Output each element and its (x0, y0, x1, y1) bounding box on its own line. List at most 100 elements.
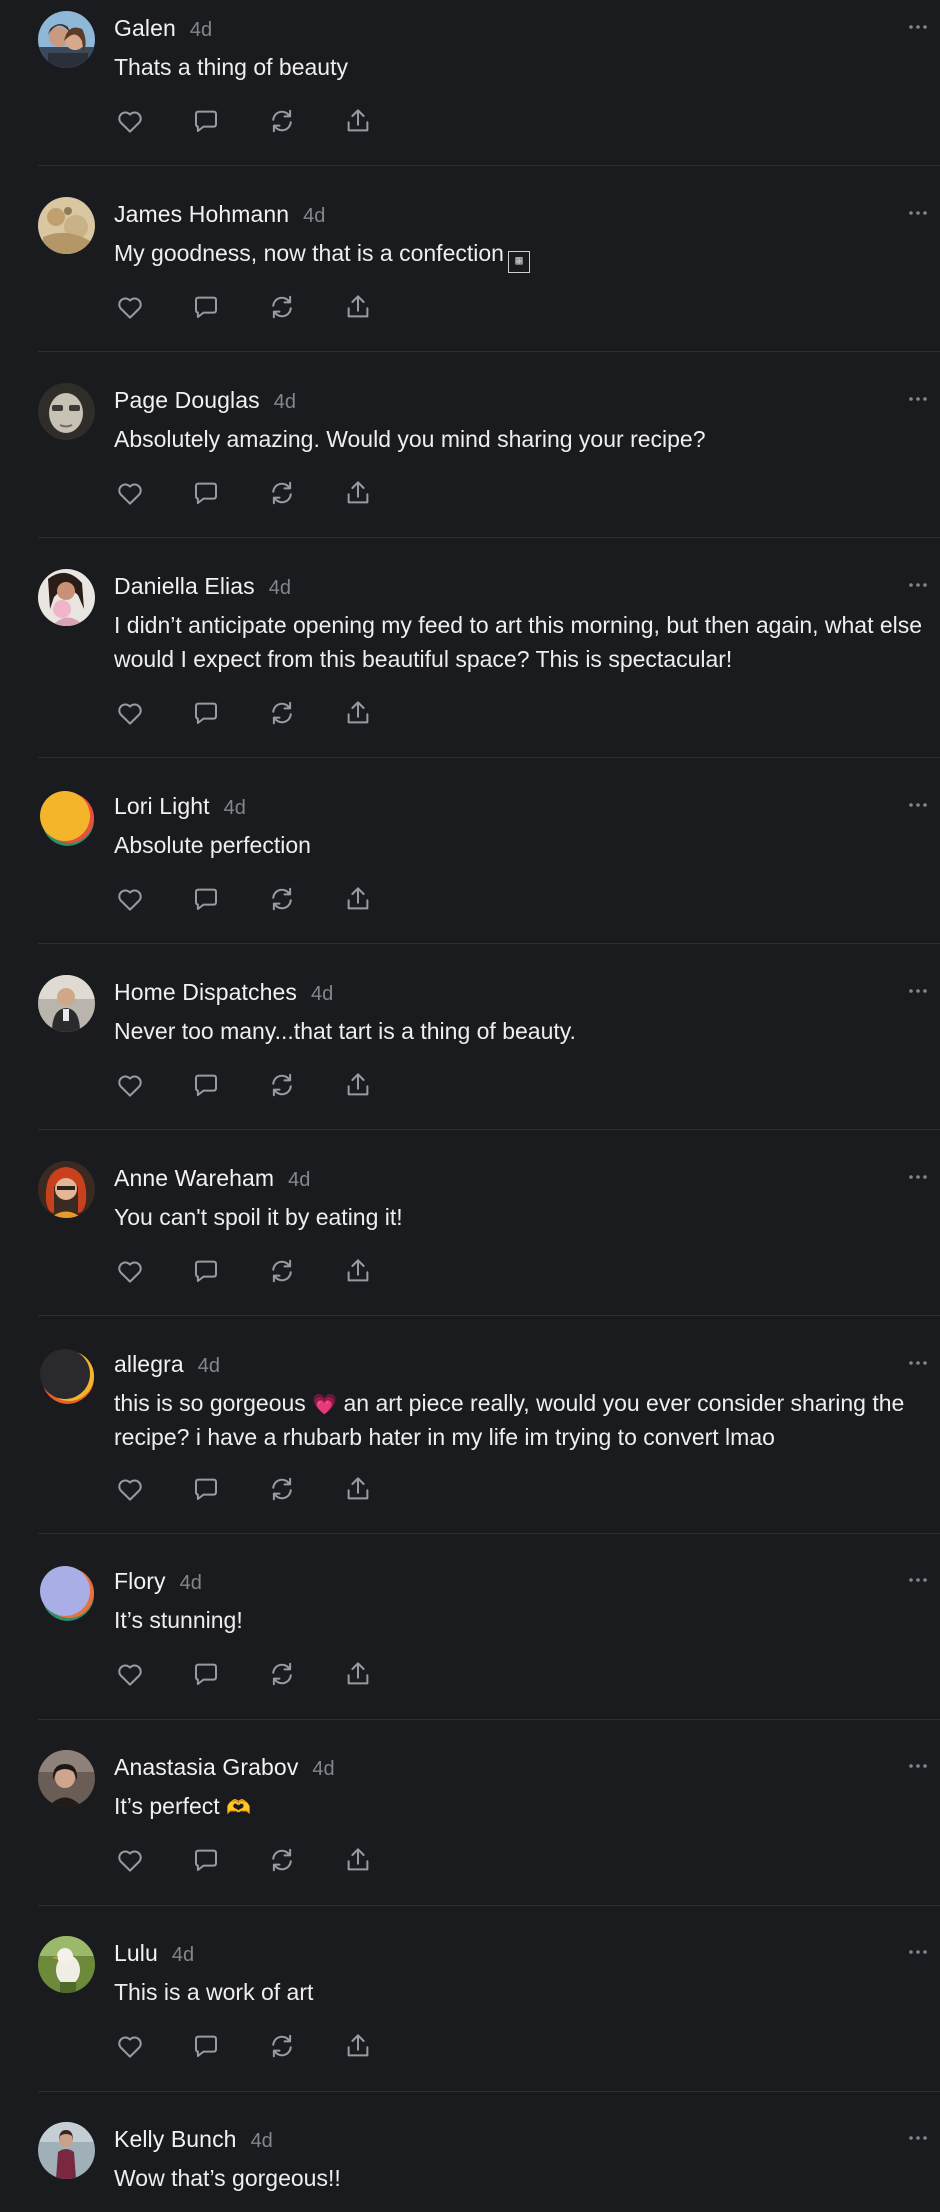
like-button[interactable] (114, 883, 146, 915)
like-button[interactable] (114, 1069, 146, 1101)
ellipsis-icon (909, 1175, 927, 1179)
comment: Page Douglas 4d Absolutely amazing. Would … (38, 352, 940, 538)
avatar[interactable] (38, 975, 95, 1032)
heart-icon (118, 297, 142, 319)
avatar[interactable] (38, 1564, 95, 1621)
like-button[interactable] (114, 1844, 146, 1876)
share-button[interactable] (342, 1255, 374, 1287)
like-button[interactable] (114, 1658, 146, 1690)
avatar[interactable] (38, 197, 95, 254)
avatar[interactable] (38, 1936, 95, 1993)
more-options-button[interactable] (906, 1351, 930, 1375)
heart-icon (118, 1850, 142, 1872)
more-options-button[interactable] (906, 979, 930, 1003)
share-button[interactable] (342, 1844, 374, 1876)
more-options-button[interactable] (906, 573, 930, 597)
share-button[interactable] (342, 477, 374, 509)
avatar[interactable] (38, 1161, 95, 1218)
share-button[interactable] (342, 291, 374, 323)
avatar[interactable] (38, 1750, 95, 1807)
reply-button[interactable] (190, 1844, 222, 1876)
more-options-button[interactable] (906, 1165, 930, 1189)
restack-button[interactable] (266, 291, 298, 323)
avatar[interactable] (38, 1347, 95, 1404)
avatar[interactable] (38, 569, 95, 626)
share-button[interactable] (342, 105, 374, 137)
restack-button[interactable] (266, 1844, 298, 1876)
reply-button[interactable] (190, 105, 222, 137)
restack-button[interactable] (266, 105, 298, 137)
restack-button[interactable] (266, 1658, 298, 1690)
avatar[interactable] (38, 789, 95, 846)
restack-button[interactable] (266, 697, 298, 729)
reply-button[interactable] (190, 1255, 222, 1287)
author-name[interactable]: Page Douglas (114, 387, 260, 413)
more-options-button[interactable] (906, 387, 930, 411)
share-button[interactable] (342, 1473, 374, 1505)
avatar[interactable] (38, 2122, 95, 2179)
more-options-button[interactable] (906, 15, 930, 39)
author-name[interactable]: Flory (114, 1568, 166, 1594)
author-name[interactable]: Kelly Bunch (114, 2126, 237, 2152)
restack-button[interactable] (266, 1069, 298, 1101)
like-button[interactable] (114, 105, 146, 137)
reply-button[interactable] (190, 1473, 222, 1505)
author-name[interactable]: Lulu (114, 1940, 158, 1966)
more-options-button[interactable] (906, 201, 930, 225)
restack-button[interactable] (266, 1255, 298, 1287)
comment-text-content: Absolute perfection (114, 832, 311, 858)
reply-button[interactable] (190, 477, 222, 509)
like-button[interactable] (114, 291, 146, 323)
like-button[interactable] (114, 477, 146, 509)
share-icon (347, 2034, 369, 2057)
reply-button[interactable] (190, 2030, 222, 2062)
author-name[interactable]: Galen (114, 15, 176, 41)
restack-icon (272, 295, 292, 319)
reply-button[interactable] (190, 1658, 222, 1690)
reply-button[interactable] (190, 883, 222, 915)
ellipsis-icon (909, 803, 927, 807)
author-name[interactable]: Daniella Elias (114, 573, 255, 599)
comment-text: Absolutely amazing. Would you mind shari… (114, 422, 934, 456)
author-name[interactable]: Home Dispatches (114, 979, 297, 1005)
more-options-button[interactable] (906, 2126, 930, 2150)
like-button[interactable] (114, 1255, 146, 1287)
restack-button[interactable] (266, 477, 298, 509)
restack-icon (272, 481, 292, 505)
timestamp: 4d (273, 391, 296, 413)
reply-button[interactable] (190, 291, 222, 323)
like-button[interactable] (114, 1473, 146, 1505)
timestamp: 4d (171, 1944, 195, 1966)
share-icon (347, 481, 369, 504)
author-name[interactable]: James Hohmann (114, 201, 289, 227)
author-name[interactable]: Anne Wareham (114, 1165, 274, 1191)
more-options-button[interactable] (906, 1940, 930, 1964)
heart-icon (118, 2036, 142, 2058)
share-icon (347, 887, 369, 910)
share-button[interactable] (342, 1658, 374, 1690)
restack-button[interactable] (266, 1473, 298, 1505)
avatar[interactable] (38, 11, 95, 68)
share-button[interactable] (342, 2030, 374, 2062)
more-options-button[interactable] (906, 1568, 930, 1592)
author-name[interactable]: Anastasia Grabov (114, 1754, 298, 1780)
share-button[interactable] (342, 697, 374, 729)
author-name[interactable]: allegra (114, 1351, 184, 1377)
more-options-button[interactable] (906, 793, 930, 817)
restack-button[interactable] (266, 883, 298, 915)
more-options-button[interactable] (906, 1754, 930, 1778)
comment-text: Wow that’s gorgeous!! (114, 2161, 934, 2195)
ellipsis-icon (909, 397, 927, 401)
reply-button[interactable] (190, 697, 222, 729)
like-button[interactable] (114, 2030, 146, 2062)
restack-button[interactable] (266, 2030, 298, 2062)
share-button[interactable] (342, 1069, 374, 1101)
share-icon (347, 295, 369, 318)
reply-button[interactable] (190, 1069, 222, 1101)
comment-text-content: It’s perfect (114, 1793, 220, 1819)
share-button[interactable] (342, 883, 374, 915)
author-name[interactable]: Lori Light (114, 793, 210, 819)
like-button[interactable] (114, 697, 146, 729)
avatar[interactable] (38, 383, 95, 440)
comment: James Hohmann 4d My goodness, now that is … (38, 166, 940, 352)
